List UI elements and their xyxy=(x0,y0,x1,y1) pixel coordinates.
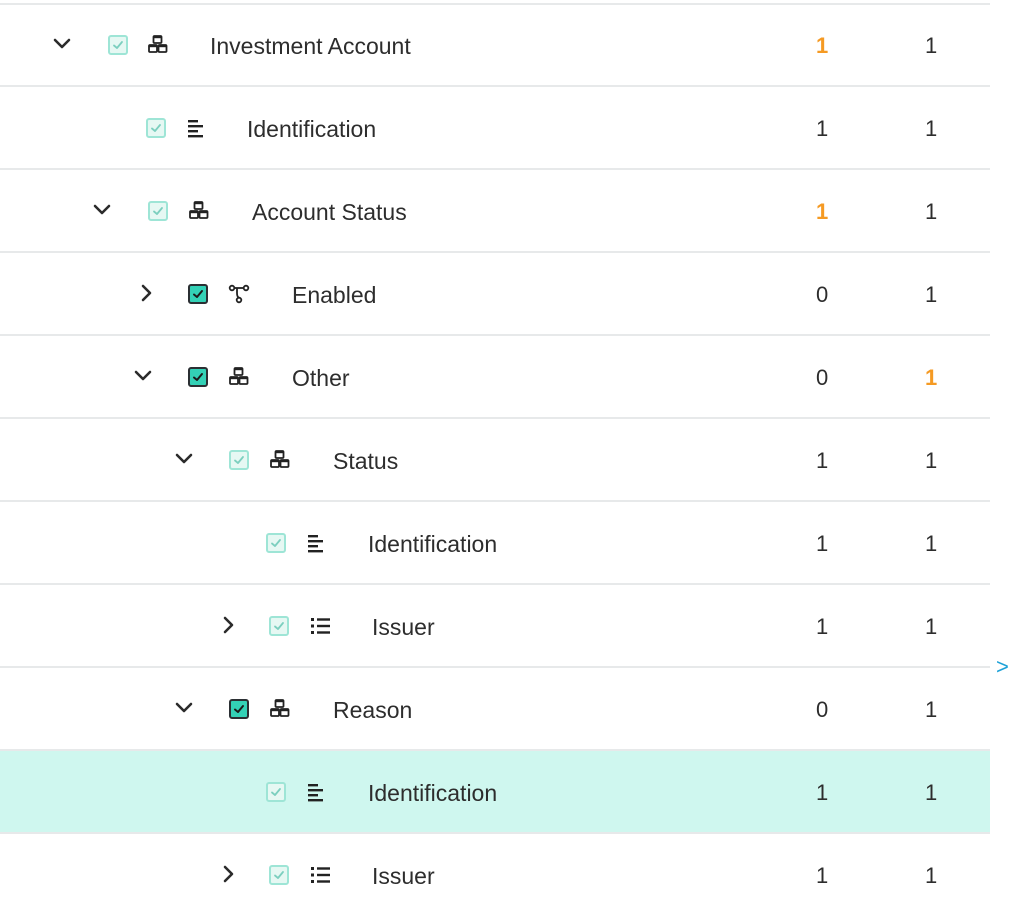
row-checkbox[interactable] xyxy=(266,533,286,553)
row-checkbox[interactable] xyxy=(229,450,249,470)
row-label: Reason xyxy=(333,697,413,723)
row-label: Account Status xyxy=(252,199,407,225)
tree-row-reason[interactable]: Reason 0 1 xyxy=(0,668,990,751)
chevron-down-icon[interactable] xyxy=(90,198,114,222)
row-count-2: 1 xyxy=(925,365,938,390)
text-lines-icon xyxy=(184,116,208,140)
tree-row-issuer[interactable]: Issuer 1 1 xyxy=(0,585,990,668)
tree-row-account-status[interactable]: Account Status 1 1 xyxy=(0,170,990,253)
row-count-2: 1 xyxy=(925,282,938,307)
row-count-2: 1 xyxy=(925,531,938,556)
chevron-right-icon[interactable] xyxy=(134,281,158,305)
row-checkbox[interactable] xyxy=(229,699,249,719)
row-count-1: 1 xyxy=(816,448,829,473)
row-checkbox[interactable] xyxy=(146,118,166,138)
row-label: Other xyxy=(292,365,350,391)
tree-row-issuer[interactable]: Issuer 1 1 xyxy=(0,834,990,909)
row-count-1: 0 xyxy=(816,282,829,307)
row-label: Identification xyxy=(247,116,377,142)
row-label: Identification xyxy=(368,780,498,806)
tree-row-identification[interactable]: Identification 1 1 xyxy=(0,502,990,585)
row-checkbox[interactable] xyxy=(108,35,128,55)
tree-row-status[interactable]: Status 1 1 xyxy=(0,419,990,502)
cubes-icon xyxy=(268,448,292,472)
row-count-1: 0 xyxy=(816,365,829,390)
cubes-icon xyxy=(227,365,251,389)
row-checkbox[interactable] xyxy=(266,782,286,802)
text-lines-icon xyxy=(304,531,328,555)
row-checkbox[interactable] xyxy=(269,616,289,636)
tree-row-identification-selected[interactable]: Identification 1 1 xyxy=(0,751,990,834)
tree-table: Investment Account 1 1 Identification 1 … xyxy=(0,0,990,909)
chevron-down-icon[interactable] xyxy=(131,364,155,388)
chevron-down-icon[interactable] xyxy=(172,696,196,720)
text-lines-icon xyxy=(304,780,328,804)
row-count-1: 1 xyxy=(816,780,829,805)
cubes-icon xyxy=(268,697,292,721)
row-label: Identification xyxy=(368,531,498,557)
row-checkbox[interactable] xyxy=(188,367,208,387)
cubes-icon xyxy=(187,199,211,223)
row-label: Status xyxy=(333,448,399,474)
row-label: Investment Account xyxy=(210,33,411,59)
row-checkbox[interactable] xyxy=(148,201,168,221)
chevron-down-icon[interactable] xyxy=(172,447,196,471)
row-count-1: 0 xyxy=(816,697,829,722)
row-count-2: 1 xyxy=(925,33,938,58)
tree-row-enabled[interactable]: Enabled 0 1 xyxy=(0,253,990,336)
chevron-down-icon[interactable] xyxy=(50,32,74,56)
row-count-1: 1 xyxy=(816,531,829,556)
row-count-1: 1 xyxy=(816,116,829,141)
branch-icon xyxy=(227,282,251,306)
row-label: Enabled xyxy=(292,282,377,308)
row-count-1: 1 xyxy=(816,614,829,639)
row-checkbox[interactable] xyxy=(269,865,289,885)
tree-row-investment-account[interactable]: Investment Account 1 1 xyxy=(0,4,990,87)
row-count-1: 1 xyxy=(816,199,829,224)
cubes-icon xyxy=(146,33,170,57)
list-icon xyxy=(308,614,332,638)
row-count-2: 1 xyxy=(925,199,938,224)
row-count-2: 1 xyxy=(925,697,938,722)
tree-row-identification[interactable]: Identification 1 1 xyxy=(0,87,990,170)
row-count-2: 1 xyxy=(925,116,938,141)
row-label: Issuer xyxy=(372,863,435,889)
row-count-1: 1 xyxy=(816,33,829,58)
row-count-2: 1 xyxy=(925,780,938,805)
list-icon xyxy=(308,863,332,887)
tree-row-other[interactable]: Other 0 1 xyxy=(0,336,990,419)
expand-side-arrow[interactable]: > xyxy=(996,654,1009,680)
row-count-2: 1 xyxy=(925,863,938,888)
row-count-2: 1 xyxy=(925,614,938,639)
row-checkbox[interactable] xyxy=(188,284,208,304)
chevron-right-icon[interactable] xyxy=(216,862,240,886)
chevron-right-icon[interactable] xyxy=(216,613,240,637)
row-label: Issuer xyxy=(372,614,435,640)
row-count-2: 1 xyxy=(925,448,938,473)
row-count-1: 1 xyxy=(816,863,829,888)
